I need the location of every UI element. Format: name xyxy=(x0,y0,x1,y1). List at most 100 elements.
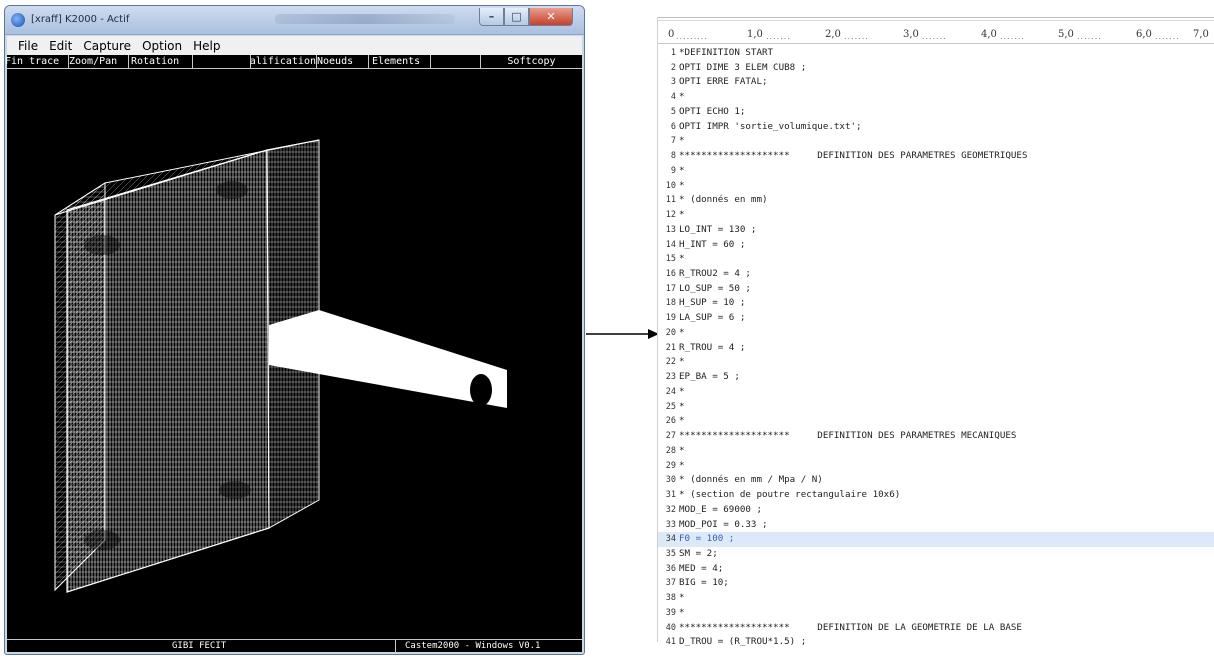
code-line[interactable]: 31 * (section de poutre rectangulaire 10x… xyxy=(658,488,1214,503)
code-line[interactable]: 6 OPTI IMPR 'sortie_volumique.txt'; xyxy=(658,120,1214,135)
maximize-button[interactable]: □ xyxy=(504,8,529,26)
line-text: * xyxy=(679,209,685,221)
title-bar-glow xyxy=(275,14,455,24)
title-bar[interactable]: [xraff] K2000 - Actif – □ ✕ xyxy=(5,6,584,35)
menu-help[interactable]: Help xyxy=(193,39,220,53)
code-editor[interactable]: 0 ......... 1,0 ....... 2,0 ....... 3,0 … xyxy=(657,17,1214,647)
code-line[interactable]: 25 * xyxy=(658,400,1214,415)
code-line[interactable]: 16 R_TROU2 = 4 ; xyxy=(658,267,1214,282)
minimize-button[interactable]: – xyxy=(479,8,504,26)
line-number: 10 xyxy=(665,180,676,191)
code-line[interactable]: 28 * xyxy=(658,444,1214,459)
ruler-dots: ......... xyxy=(676,32,708,41)
ruler-dots: ....... xyxy=(766,32,791,41)
tool-empty-1[interactable] xyxy=(193,55,251,69)
code-line[interactable]: 5 OPTI ECHO 1; xyxy=(658,105,1214,120)
code-line[interactable]: 21 R_TROU = 4 ; xyxy=(658,341,1214,356)
tool-elements[interactable]: Elements xyxy=(369,55,431,69)
line-text: MOD_POI = 0.33 ; xyxy=(679,518,768,530)
graphics-viewport[interactable]: Fin trace Zoom/Pan Rotation Qualificatio… xyxy=(5,55,582,653)
code-line[interactable]: 38 * xyxy=(658,591,1214,606)
code-line[interactable]: 41 D_TROU = (R_TROU*1.5) ; xyxy=(658,635,1214,650)
code-line[interactable]: 17 LO_SUP = 50 ; xyxy=(658,282,1214,297)
right-arrow-icon xyxy=(586,329,659,339)
gibi-status-bar: GIBI FECIT Castem2000 - Windows V0.1 xyxy=(7,639,582,653)
app-icon xyxy=(11,13,25,27)
line-number: 21 xyxy=(665,342,676,353)
code-line[interactable]: 19 LA_SUP = 6 ; xyxy=(658,311,1214,326)
menu-file[interactable]: File xyxy=(18,39,38,53)
plate-front-face xyxy=(66,149,270,593)
line-number: 5 xyxy=(670,106,676,117)
code-line[interactable]: 9 * xyxy=(658,164,1214,179)
code-line[interactable]: 33 MOD_POI = 0.33 ; xyxy=(658,518,1214,533)
ruler-mark-3: 3,0 xyxy=(903,29,919,40)
menu-edit[interactable]: Edit xyxy=(49,39,72,53)
line-number: 34 xyxy=(665,534,676,545)
code-line[interactable]: 15 * xyxy=(658,252,1214,267)
code-line[interactable]: 35 SM = 2; xyxy=(658,547,1214,562)
code-line[interactable]: 14 H_INT = 60 ; xyxy=(658,238,1214,253)
mesh-render xyxy=(54,139,507,593)
code-line[interactable]: 37 BIG = 10; xyxy=(658,576,1214,591)
line-number: 30 xyxy=(665,475,676,486)
code-line[interactable]: 20 * xyxy=(658,326,1214,341)
code-line[interactable]: 7 * xyxy=(658,134,1214,149)
line-number: 36 xyxy=(665,563,676,574)
ruler-dots: ....... xyxy=(1077,32,1102,41)
close-icon: ✕ xyxy=(546,10,556,23)
menu-option[interactable]: Option xyxy=(142,39,182,53)
beam-hole xyxy=(470,374,492,406)
code-line[interactable]: 32 MOD_E = 69000 ; xyxy=(658,503,1214,518)
code-line[interactable]: 27 ******************** DEFINITION DES PA… xyxy=(658,429,1214,444)
line-number: 26 xyxy=(665,416,676,427)
code-line[interactable]: 23 EP_BA = 5 ; xyxy=(658,370,1214,385)
line-number: 20 xyxy=(665,327,676,338)
code-line[interactable]: 39 * xyxy=(658,606,1214,621)
status-right: Castem2000 - Windows V0.1 xyxy=(405,641,541,651)
line-text: R_TROU2 = 4 ; xyxy=(679,268,751,280)
code-line[interactable]: 4 * xyxy=(658,90,1214,105)
tool-fin-trace[interactable]: Fin trace xyxy=(5,55,69,69)
line-text: * (donnés en mm) xyxy=(679,194,768,206)
code-line[interactable]: 24 * xyxy=(658,385,1214,400)
line-number: 2 xyxy=(670,62,676,73)
gibi-window: [xraff] K2000 - Actif – □ ✕ File Edit Ca… xyxy=(4,5,585,655)
line-number: 41 xyxy=(665,637,676,648)
code-line[interactable]: 2 OPTI DIME 3 ELEM CUB8 ; xyxy=(658,61,1214,76)
line-number: 33 xyxy=(665,519,676,530)
line-number: 8 xyxy=(670,151,676,162)
code-line[interactable]: 10 * xyxy=(658,179,1214,194)
code-line[interactable]: 11 * (donnés en mm) xyxy=(658,193,1214,208)
column-ruler: 0 ......... 1,0 ....... 2,0 ....... 3,0 … xyxy=(658,29,1214,44)
code-lines[interactable]: 1 *DEFINITION START 2 OPTI DIME 3 ELEM CUB8… xyxy=(658,46,1214,650)
tool-noeuds[interactable]: Noeuds xyxy=(317,55,369,69)
code-line[interactable]: 12 * xyxy=(658,208,1214,223)
line-text: * xyxy=(679,400,685,412)
tool-qualification[interactable]: Qualification xyxy=(251,55,317,69)
menu-capture[interactable]: Capture xyxy=(83,39,131,53)
code-line[interactable]: 1 *DEFINITION START xyxy=(658,46,1214,61)
code-line[interactable]: 3 OPTI ERRE FATAL; xyxy=(658,75,1214,90)
code-line[interactable]: 26 * xyxy=(658,414,1214,429)
tool-rotation[interactable]: Rotation xyxy=(129,55,193,69)
code-line[interactable]: 18 H_SUP = 10 ; xyxy=(658,296,1214,311)
code-line[interactable]: 30 * (donnés en mm / Mpa / N) xyxy=(658,473,1214,488)
close-button[interactable]: ✕ xyxy=(529,8,573,26)
line-text: BIG = 10; xyxy=(679,577,729,589)
code-line[interactable]: 40 ******************** DEFINITION DE LA … xyxy=(658,621,1214,636)
tool-softcopy[interactable]: Softcopy xyxy=(481,55,582,69)
tool-empty-2[interactable] xyxy=(431,55,481,69)
mesh-view[interactable] xyxy=(7,70,582,630)
code-line[interactable]: 13 LO_INT = 130 ; xyxy=(658,223,1214,238)
ruler-mark-0: 0 xyxy=(668,29,675,40)
line-text: H_SUP = 10 ; xyxy=(679,297,746,309)
line-text: * xyxy=(679,91,685,103)
tool-zoom-pan[interactable]: Zoom/Pan xyxy=(69,55,129,69)
line-text: LA_SUP = 6 ; xyxy=(679,312,746,324)
code-line[interactable]: 36 MED = 4; xyxy=(658,562,1214,577)
code-line[interactable]: 8 ******************** DEFINITION DES PAR… xyxy=(658,149,1214,164)
code-line[interactable]: 29 * xyxy=(658,459,1214,474)
code-line[interactable]: 22 * xyxy=(658,355,1214,370)
code-line[interactable]: 34 F0 = 100 ; xyxy=(658,532,1214,547)
